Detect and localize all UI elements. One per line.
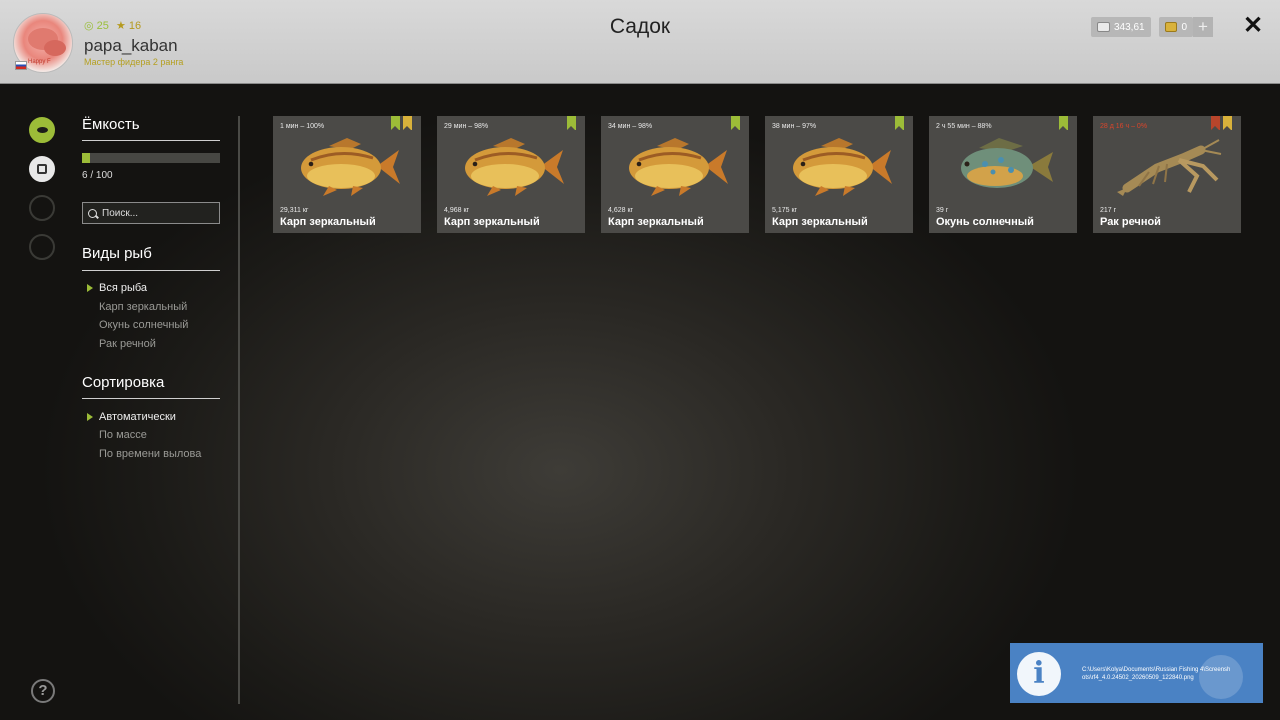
crayfish-image — [1117, 139, 1222, 196]
fish-name: Окунь солнечный — [936, 216, 1034, 228]
gold-coin-icon — [1165, 22, 1178, 32]
mirror-carp-image — [465, 138, 564, 196]
gold-balance: 0 — [1159, 17, 1193, 37]
release-badge-icon — [567, 116, 576, 130]
player-rank: Мастер фидера 2 ранга — [84, 57, 184, 67]
release-badge-icon — [391, 116, 400, 130]
mirror-carp-image — [629, 138, 728, 196]
species-title: Виды рыб — [82, 245, 152, 262]
trophy-badge-icon — [1223, 116, 1232, 130]
camp-tab-icon[interactable] — [29, 195, 55, 221]
release-badge-icon — [1059, 116, 1068, 130]
mirror-carp-image — [793, 138, 892, 196]
fish-tab-icon[interactable] — [29, 117, 55, 143]
fish-name: Карп зеркальный — [280, 216, 376, 228]
fish-weight: 29,311 кг — [280, 207, 309, 214]
fish-weight: 4,968 кг — [444, 207, 470, 214]
fish-card[interactable]: 34 мин – 98% 4,628 кг Карп зеркальный — [601, 116, 749, 233]
keepnet-tab-icon[interactable] — [29, 156, 55, 182]
fish-name: Карп зеркальный — [444, 216, 540, 228]
russia-flag-icon — [15, 61, 27, 70]
fish-weight: 217 г — [1100, 207, 1117, 214]
fish-card[interactable]: 1 мин – 100% 29,311 кг Карп зеркальный — [273, 116, 421, 233]
fish-card[interactable]: 29 мин – 98% 4,968 кг Карп зеркальный — [437, 116, 585, 233]
info-icon: i — [1017, 652, 1061, 696]
sort-rule — [82, 398, 220, 399]
help-icon[interactable]: ? — [31, 679, 55, 703]
species-item[interactable]: Вся рыба — [99, 282, 147, 294]
fish-weight: 39 г — [936, 207, 949, 214]
sort-item[interactable]: По времени вылова — [99, 448, 201, 460]
fish-catch-time: 28 д 16 ч – 0% — [1100, 123, 1148, 130]
expired-badge-icon — [1211, 116, 1220, 130]
fish-catch-time: 34 мин – 98% — [608, 123, 653, 130]
search-field[interactable] — [82, 202, 220, 224]
sort-title: Сортировка — [82, 374, 165, 391]
search-input[interactable] — [102, 207, 212, 219]
sort-item[interactable]: Автоматически — [99, 411, 176, 423]
panel-divider — [238, 116, 240, 704]
top-bar: Happy F ◎ 25 ★ 16 papa_kaban Мастер фидера… — [0, 0, 1280, 84]
close-icon[interactable]: ✕ — [1240, 13, 1266, 39]
capacity-text: 6 / 100 — [82, 170, 113, 181]
page-title: Садок — [609, 15, 671, 38]
release-badge-icon — [895, 116, 904, 130]
search-icon — [88, 208, 97, 218]
fish-card[interactable]: 2 ч 55 мин – 88% 39 г Окунь солнечный — [929, 116, 1077, 233]
species-selected-arrow-icon — [87, 284, 93, 292]
add-currency-button[interactable]: + — [1193, 17, 1213, 37]
fish-catch-time: 2 ч 55 мин – 88% — [936, 123, 992, 130]
home-tab-icon[interactable] — [29, 234, 55, 260]
fish-card[interactable]: 28 д 16 ч – 0% 217 г Рак речной — [1093, 116, 1241, 233]
sort-item[interactable]: По массе — [99, 429, 147, 441]
species-item[interactable]: Окунь солнечный — [99, 319, 188, 331]
fish-catch-time: 29 мин – 98% — [444, 123, 489, 130]
capacity-bar — [82, 153, 220, 163]
gold-value: 0 — [1181, 21, 1187, 33]
cursor-icon — [1199, 655, 1243, 699]
avatar-caption: Happy F — [28, 59, 51, 65]
sunfish-image — [961, 138, 1053, 188]
player-username: papa_kaban — [84, 36, 178, 55]
capacity-title: Ёмкость — [82, 116, 140, 133]
species-rule — [82, 270, 220, 271]
fish-card[interactable]: 38 мин – 97% 5,175 кг Карп зеркальный — [765, 116, 913, 233]
release-badge-icon — [731, 116, 740, 130]
fish-weight: 4,628 кг — [608, 207, 634, 214]
species-item[interactable]: Карп зеркальный — [99, 301, 187, 313]
sort-selected-arrow-icon — [87, 413, 93, 421]
trophy-badge-icon — [403, 116, 412, 130]
mirror-carp-image — [301, 138, 400, 196]
fish-name: Рак речной — [1100, 216, 1161, 228]
fish-weight: 5,175 кг — [772, 207, 798, 214]
fish-catch-time: 38 мин – 97% — [772, 123, 817, 130]
capacity-fill — [82, 153, 91, 163]
silver-coin-icon — [1097, 22, 1110, 32]
fish-catch-time: 1 мин – 100% — [280, 123, 325, 130]
pig-image-2 — [44, 40, 66, 56]
silver-value: 343,61 — [1114, 21, 1145, 33]
species-item[interactable]: Рак речной — [99, 338, 156, 350]
silver-balance: 343,61 — [1091, 17, 1151, 37]
fish-name: Карп зеркальный — [772, 216, 868, 228]
fish-name: Карп зеркальный — [608, 216, 704, 228]
capacity-rule — [82, 140, 220, 141]
